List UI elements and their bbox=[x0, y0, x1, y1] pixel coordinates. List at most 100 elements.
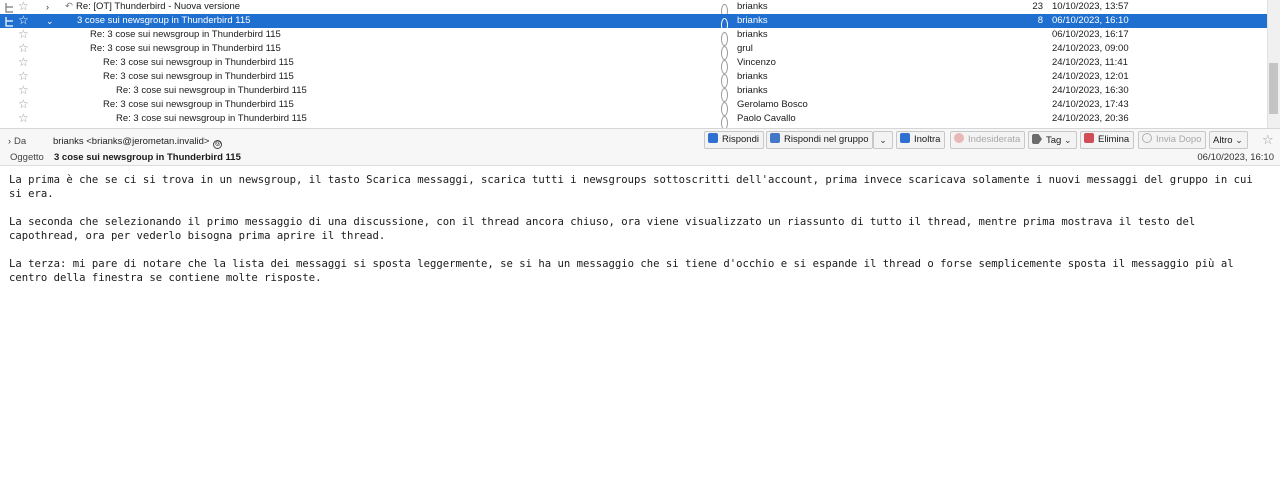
body-paragraph: La seconda che selezionando il primo mes… bbox=[9, 216, 1202, 242]
message-row[interactable]: ☆ Re: 3 cose sui newsgroup in Thunderbird… bbox=[0, 70, 1267, 88]
from-address[interactable]: brianks <brianks@jerometan.invalid> @ bbox=[53, 136, 223, 149]
chevron-down-icon: ⌄ bbox=[879, 135, 887, 145]
tag-button-label: Tag bbox=[1046, 135, 1062, 146]
message-subject-text: Re: 3 cose sui newsgroup in Thunderbird … bbox=[90, 43, 281, 54]
message-list[interactable]: ☆ › ↶ Re: [OT] Thunderbird - Nuova versione… bbox=[0, 0, 1280, 128]
thread-count: 23 bbox=[1032, 1, 1043, 12]
from-label[interactable]: › Da bbox=[8, 136, 26, 147]
message-date: 24/10/2023, 12:01 bbox=[1052, 71, 1129, 82]
message-body: La prima è che se ci si trova in un news… bbox=[9, 173, 1271, 299]
message-subject: Re: 3 cose sui newsgroup in Thunderbird … bbox=[103, 98, 743, 112]
message-row[interactable]: ☆ Re: 3 cose sui newsgroup in Thunderbird… bbox=[0, 56, 1267, 74]
star-icon[interactable]: ☆ bbox=[18, 70, 30, 84]
junk-icon bbox=[954, 133, 964, 143]
message-subject-text: 3 cose sui newsgroup in Thunderbird 115 bbox=[77, 15, 251, 26]
message-row[interactable]: ☆ › ↶ Re: [OT] Thunderbird - Nuova versione… bbox=[0, 0, 1267, 18]
message-row[interactable]: ☆ ⌄ 3 cose sui newsgroup in Thunderbird 11… bbox=[0, 14, 1267, 32]
message-date: 06/10/2023, 16:17 bbox=[1052, 29, 1129, 40]
star-icon[interactable]: ☆ bbox=[18, 0, 30, 14]
message-subject: Re: 3 cose sui newsgroup in Thunderbird … bbox=[116, 112, 756, 126]
message-date: 24/10/2023, 09:00 bbox=[1052, 43, 1129, 54]
read-status-icon[interactable] bbox=[721, 116, 728, 128]
reply-group-menu-button[interactable]: ⌄ bbox=[873, 131, 893, 149]
message-subject-text: Re: 3 cose sui newsgroup in Thunderbird … bbox=[103, 71, 294, 82]
message-subject: Re: 3 cose sui newsgroup in Thunderbird … bbox=[103, 56, 743, 70]
star-icon[interactable]: ☆ bbox=[18, 84, 30, 98]
message-subject-text: Re: [OT] Thunderbird - Nuova versione bbox=[75, 1, 241, 12]
expand-headers-chevron-icon[interactable]: › bbox=[8, 136, 11, 146]
message-author: brianks bbox=[737, 29, 768, 40]
thread-count: 8 bbox=[1037, 15, 1043, 26]
tag-icon bbox=[1032, 134, 1042, 144]
message-subject-text: Re: 3 cose sui newsgroup in Thunderbird … bbox=[116, 85, 307, 96]
message-subject-text: Re: 3 cose sui newsgroup in Thunderbird … bbox=[116, 113, 307, 124]
message-subject-text: Re: 3 cose sui newsgroup in Thunderbird … bbox=[103, 99, 294, 110]
replied-arrow-icon: ↶ bbox=[65, 1, 73, 12]
message-subject: Re: 3 cose sui newsgroup in Thunderbird … bbox=[103, 70, 743, 84]
forward-icon bbox=[900, 133, 910, 143]
message-subject: ↶ Re: [OT] Thunderbird - Nuova versione bbox=[65, 0, 705, 14]
message-subject-text: Re: 3 cose sui newsgroup in Thunderbird … bbox=[90, 29, 281, 40]
thread-expand-icon[interactable]: › bbox=[46, 0, 56, 14]
message-date: 24/10/2023, 17:43 bbox=[1052, 99, 1129, 110]
message-subject-text: Re: 3 cose sui newsgroup in Thunderbird … bbox=[103, 57, 294, 68]
clock-icon bbox=[1142, 133, 1152, 143]
delete-button-label: Elimina bbox=[1098, 134, 1130, 145]
message-date: 10/10/2023, 13:57 bbox=[1052, 1, 1129, 12]
thread-icon[interactable] bbox=[4, 15, 15, 29]
star-icon[interactable]: ☆ bbox=[1262, 132, 1274, 148]
subject-label: Oggetto bbox=[10, 152, 44, 163]
message-list-scrollbar-thumb[interactable] bbox=[1269, 63, 1278, 114]
message-author: grul bbox=[737, 43, 753, 54]
junk-button-label: Indesiderata bbox=[968, 134, 1021, 145]
thread-icon[interactable] bbox=[4, 1, 15, 15]
message-date: 24/10/2023, 20:36 bbox=[1052, 113, 1129, 124]
star-icon[interactable]: ☆ bbox=[18, 98, 30, 112]
message-date: 24/10/2023, 16:30 bbox=[1052, 85, 1129, 96]
forward-button-label: Inoltra bbox=[914, 134, 941, 145]
message-date: 06/10/2023, 16:10 bbox=[1197, 152, 1274, 163]
message-row[interactable]: ☆ Re: 3 cose sui newsgroup in Thunderbird… bbox=[0, 42, 1267, 60]
message-author: Vincenzo bbox=[737, 57, 776, 68]
contact-at-icon[interactable]: @ bbox=[213, 140, 223, 149]
send-later-button[interactable]: Invia Dopo bbox=[1138, 131, 1207, 149]
tag-button[interactable]: Tag ⌄ bbox=[1028, 131, 1077, 149]
reply-group-button[interactable]: Rispondi nel gruppo bbox=[766, 131, 873, 149]
send-later-button-label: Invia Dopo bbox=[1156, 134, 1202, 145]
star-icon[interactable]: ☆ bbox=[18, 14, 30, 28]
more-button[interactable]: Altro ⌄ bbox=[1209, 131, 1248, 149]
junk-button[interactable]: Indesiderata bbox=[950, 131, 1026, 149]
reply-button-label: Rispondi bbox=[722, 134, 759, 145]
from-address-text[interactable]: brianks <brianks@jerometan.invalid> bbox=[53, 136, 209, 147]
body-paragraph: La prima è che se ci si trova in un news… bbox=[9, 174, 1260, 200]
message-subject: Re: 3 cose sui newsgroup in Thunderbird … bbox=[90, 42, 730, 56]
reply-group-button-label: Rispondi nel gruppo bbox=[784, 134, 869, 145]
subject-value: 3 cose sui newsgroup in Thunderbird 115 bbox=[54, 152, 241, 163]
star-icon[interactable]: ☆ bbox=[18, 56, 30, 70]
body-paragraph: La terza: mi pare di notare che la lista… bbox=[9, 258, 1240, 284]
message-row[interactable]: ☆ Re: 3 cose sui newsgroup in Thunderbird… bbox=[0, 84, 1267, 102]
thread-collapse-icon[interactable]: ⌄ bbox=[46, 14, 56, 28]
message-author: brianks bbox=[737, 1, 768, 12]
star-icon[interactable]: ☆ bbox=[18, 112, 30, 126]
chevron-down-icon: ⌄ bbox=[1063, 135, 1072, 145]
message-subject: Re: 3 cose sui newsgroup in Thunderbird … bbox=[90, 28, 730, 42]
message-author: Gerolamo Bosco bbox=[737, 99, 808, 110]
star-icon[interactable]: ☆ bbox=[18, 42, 30, 56]
star-icon[interactable]: ☆ bbox=[18, 28, 30, 42]
message-row[interactable]: ☆ Re: 3 cose sui newsgroup in Thunderbird… bbox=[0, 28, 1267, 46]
chevron-down-icon: ⌄ bbox=[1235, 135, 1243, 145]
from-label-text: Da bbox=[14, 136, 27, 147]
message-date: 06/10/2023, 16:10 bbox=[1052, 15, 1129, 26]
reply-group-icon bbox=[770, 133, 780, 143]
reply-button[interactable]: Rispondi bbox=[704, 131, 764, 149]
more-button-label: Altro bbox=[1213, 135, 1233, 146]
message-author: brianks bbox=[737, 15, 768, 26]
delete-button[interactable]: Elimina bbox=[1080, 131, 1135, 149]
message-row[interactable]: ☆ Re: 3 cose sui newsgroup in Thunderbird… bbox=[0, 98, 1267, 116]
message-subject: Re: 3 cose sui newsgroup in Thunderbird … bbox=[116, 84, 756, 98]
message-row[interactable]: ☆ Re: 3 cose sui newsgroup in Thunderbird… bbox=[0, 112, 1267, 128]
message-author: brianks bbox=[737, 71, 768, 82]
message-header: › Da brianks <brianks@jerometan.invalid> @… bbox=[0, 128, 1280, 166]
forward-button[interactable]: Inoltra bbox=[896, 131, 946, 149]
